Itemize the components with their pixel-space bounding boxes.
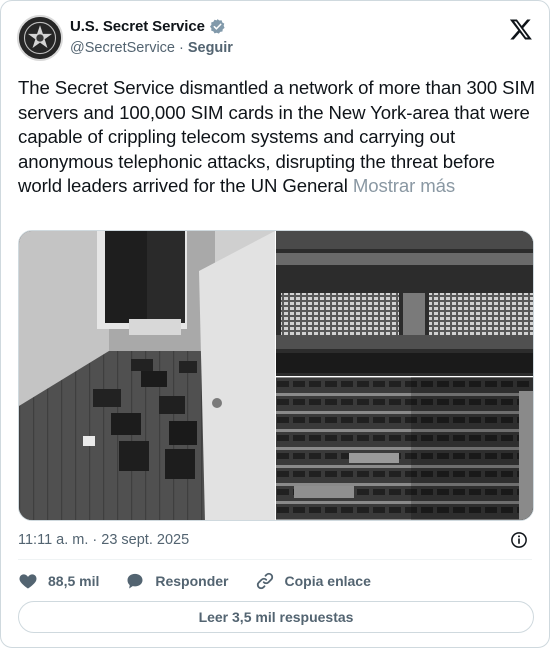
tweet-card: U.S. Secret Service @SecretService · Seg… <box>0 0 550 648</box>
secret-service-star-seal-icon <box>19 17 61 59</box>
heart-icon <box>19 574 37 589</box>
media-photos[interactable] <box>19 231 534 521</box>
avatar[interactable] <box>17 15 63 61</box>
read-replies-button[interactable]: Leer 3,5 mil respuestas <box>18 601 534 633</box>
copy-link-label: Copia enlace <box>284 573 371 589</box>
photo-room[interactable] <box>19 231 275 521</box>
timestamp-row: 11:11 a. m. · 23 sept. 2025 <box>18 531 532 551</box>
photo-server-racks-bottom[interactable] <box>276 377 534 521</box>
handle-row: @SecretService · Seguir <box>70 40 233 56</box>
info-icon[interactable] <box>510 531 528 549</box>
like-button[interactable]: 88,5 mil <box>18 571 99 591</box>
tweet-header: U.S. Secret Service @SecretService · Seg… <box>17 15 533 63</box>
media-grid <box>18 230 534 521</box>
action-bar: 88,5 mil Responder Copia enlace <box>18 570 532 592</box>
reply-label: Responder <box>155 573 229 589</box>
like-count: 88,5 mil <box>48 573 100 589</box>
handle[interactable]: @SecretService <box>70 40 175 56</box>
display-name[interactable]: U.S. Secret Service <box>70 18 205 35</box>
speech-bubble-icon <box>127 573 143 589</box>
link-icon <box>256 572 273 590</box>
tweet-body: The Secret Service dismantled a network … <box>18 77 535 196</box>
tweet-text: The Secret Service dismantled a network … <box>18 76 538 199</box>
name-row: U.S. Secret Service <box>70 18 226 35</box>
divider <box>18 559 532 560</box>
verified-badge-icon <box>209 19 225 34</box>
separator: · <box>178 40 184 56</box>
show-more-link[interactable]: Mostrar más <box>353 175 455 196</box>
copy-link-button[interactable]: Copia enlace <box>255 571 371 591</box>
follow-button[interactable]: Seguir <box>188 40 233 56</box>
read-replies-label: Leer 3,5 mil respuestas <box>198 609 354 625</box>
reply-button[interactable]: Responder <box>125 571 229 591</box>
photo-server-racks-top[interactable] <box>276 231 534 376</box>
x-logo-icon[interactable] <box>509 17 533 41</box>
timestamp[interactable]: 11:11 a. m. · 23 sept. 2025 <box>18 532 189 548</box>
